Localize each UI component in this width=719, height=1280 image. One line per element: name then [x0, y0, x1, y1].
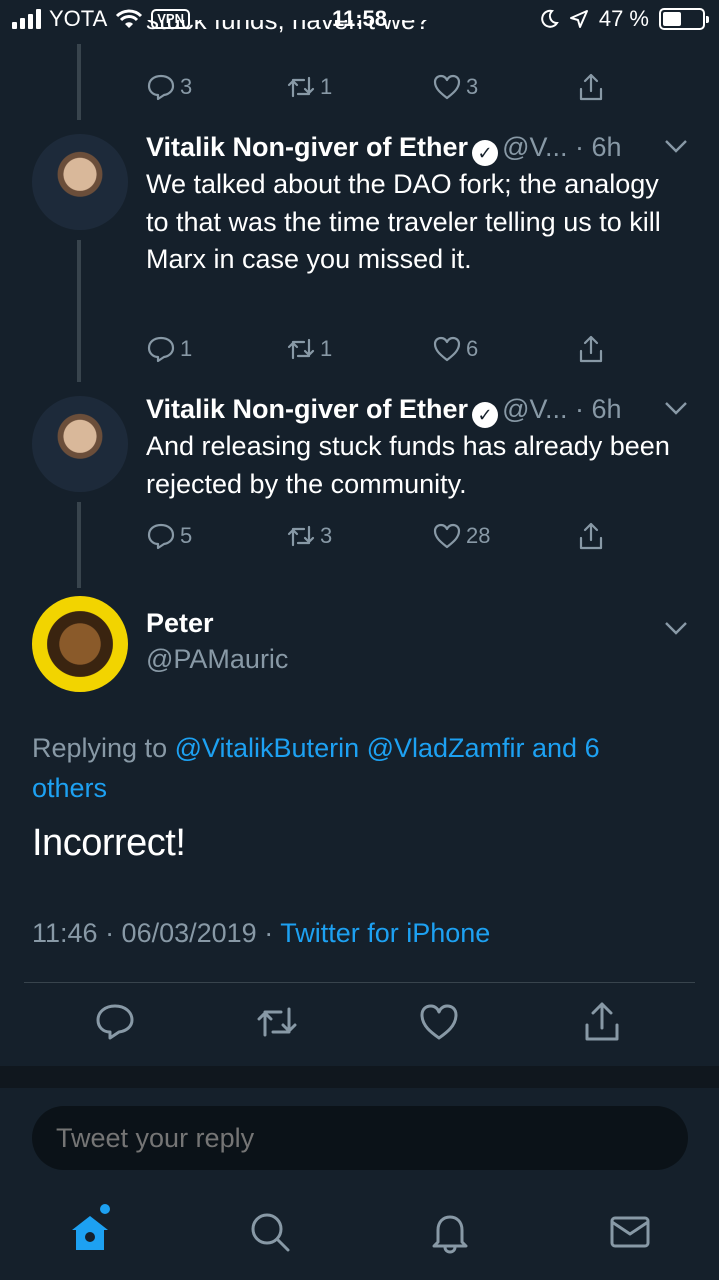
avatar[interactable]: [32, 134, 128, 230]
avatar[interactable]: [32, 396, 128, 492]
retweet-icon: [257, 1007, 297, 1037]
like-button[interactable]: [417, 1000, 461, 1044]
battery-percent: 47 %: [598, 6, 649, 31]
retweet-count: 1: [320, 336, 333, 361]
reply-icon: [96, 1004, 134, 1040]
retweet-icon: [287, 338, 315, 360]
retweet-icon: [287, 525, 315, 547]
share-button[interactable]: [576, 521, 606, 551]
author-name[interactable]: Peter: [146, 608, 214, 639]
reply-button[interactable]: [93, 1000, 137, 1044]
timestamp-text: 11:46 · 06/03/2019 ·: [32, 918, 281, 948]
heart-icon: [433, 74, 461, 100]
replying-prefix: Replying to: [32, 733, 175, 763]
retweet-count: 1: [320, 74, 333, 99]
share-icon: [585, 1002, 619, 1041]
author-handle[interactable]: @PAMauric: [146, 644, 288, 675]
like-count: 3: [466, 74, 479, 99]
reply-count: 3: [180, 74, 193, 99]
thread-line: [77, 240, 81, 382]
tab-home[interactable]: [68, 1210, 112, 1254]
moon-icon: [541, 9, 559, 28]
heart-icon: [433, 523, 461, 549]
heart-icon: [433, 336, 461, 362]
tweet-actions: 1 1 6: [146, 334, 616, 370]
home-icon: [72, 1216, 108, 1250]
focused-tweet-actions: [0, 1000, 719, 1050]
notification-dot: [100, 1204, 110, 1214]
bell-icon: [432, 1215, 468, 1254]
reply-button[interactable]: 5: [146, 521, 192, 551]
like-button[interactable]: 28: [432, 521, 490, 551]
verified-icon: ✓: [472, 140, 499, 166]
reply-button[interactable]: 3: [146, 72, 192, 102]
section-separator: [0, 1066, 719, 1088]
share-button[interactable]: [580, 1000, 624, 1044]
search-icon: [251, 1213, 290, 1252]
verified-icon: ✓: [472, 402, 499, 428]
reply-button[interactable]: 1: [146, 334, 192, 364]
retweet-button[interactable]: 3: [286, 521, 332, 551]
divider: [24, 982, 695, 983]
tweet-actions: 3 1 3: [146, 72, 616, 108]
focused-tweet-text: Incorrect!: [32, 822, 186, 864]
reply-icon: [147, 523, 175, 550]
share-icon: [579, 335, 603, 363]
author-name[interactable]: Vitalik Non-giver of Ether: [146, 394, 468, 424]
thread-line: [77, 44, 81, 120]
replying-to: Replying to @VitalikButerin @VladZamfir …: [32, 728, 672, 808]
share-button[interactable]: [576, 334, 606, 364]
source-link[interactable]: Twitter for iPhone: [280, 918, 490, 948]
thread-line: [77, 502, 81, 588]
tweet-header: Vitalik Non-giver of Ether ✓ @V... · 6h: [146, 130, 689, 166]
tweet-header: Vitalik Non-giver of Ether ✓ @V... · 6h: [146, 392, 689, 428]
tweet-timestamp: 11:46 · 06/03/2019 · Twitter for iPhone: [32, 918, 490, 949]
tab-notifications[interactable]: [428, 1210, 472, 1254]
share-icon: [579, 73, 603, 101]
like-count: 6: [466, 336, 479, 361]
reply-icon: [147, 74, 175, 101]
avatar[interactable]: [32, 596, 128, 692]
tweet-text: And releasing stuck funds has already be…: [146, 431, 670, 499]
like-count: 28: [466, 523, 491, 548]
battery-icon: [659, 8, 709, 30]
tab-search[interactable]: [248, 1210, 292, 1254]
tab-messages[interactable]: [608, 1210, 652, 1254]
author-meta: @V... · 6h: [502, 132, 622, 162]
share-icon: [579, 522, 603, 550]
mail-icon: [610, 1216, 650, 1248]
chevron-down-icon[interactable]: [663, 400, 689, 416]
retweet-count: 3: [320, 523, 333, 548]
like-button[interactable]: 3: [432, 72, 478, 102]
share-button[interactable]: [576, 72, 606, 102]
heart-icon: [420, 1004, 458, 1040]
retweet-button[interactable]: 1: [286, 334, 332, 364]
like-button[interactable]: 6: [432, 334, 478, 364]
tweet-actions: 5 3 28: [146, 521, 616, 557]
tweet-text: We talked about the DAO fork; the analog…: [146, 169, 661, 274]
chevron-down-icon[interactable]: [663, 620, 689, 636]
author-meta: @V... · 6h: [502, 394, 622, 424]
reply-input[interactable]: [32, 1106, 688, 1170]
retweet-button[interactable]: [255, 1000, 299, 1044]
retweet-icon: [287, 76, 315, 98]
previous-tweet-text: stuck funds, haven't we?: [146, 20, 430, 35]
author-name[interactable]: Vitalik Non-giver of Ether: [146, 132, 468, 162]
reply-count: 1: [180, 336, 193, 361]
location-arrow-icon: [569, 10, 588, 28]
retweet-button[interactable]: 1: [286, 72, 332, 102]
reply-count: 5: [180, 523, 193, 548]
reply-icon: [147, 336, 175, 363]
chevron-down-icon[interactable]: [663, 138, 689, 154]
